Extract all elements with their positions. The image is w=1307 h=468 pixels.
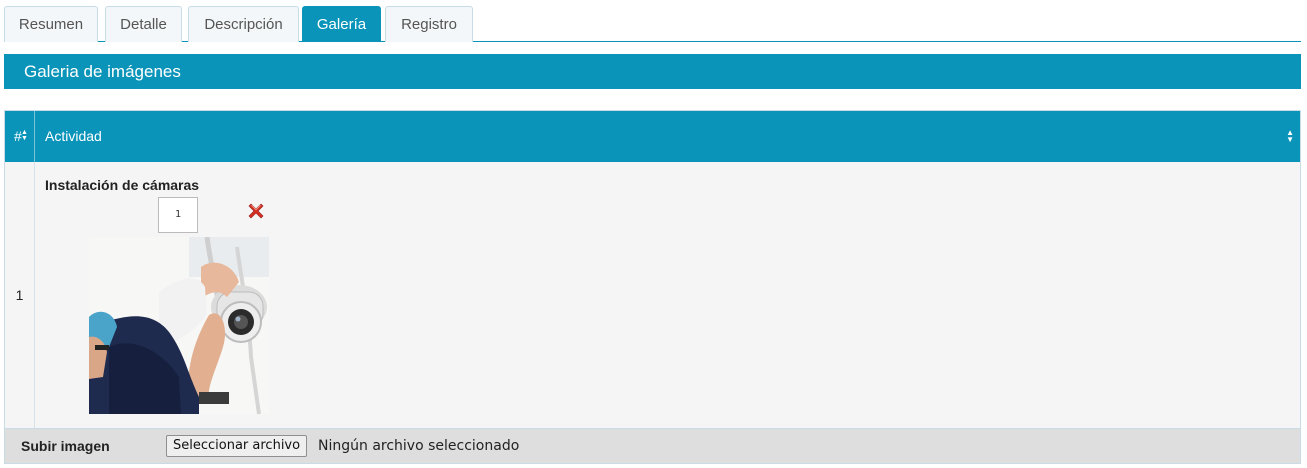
panel-title: Galeria de imágenes — [4, 54, 1301, 89]
column-header-activity[interactable]: Actividad ▲ ▼ — [35, 111, 1300, 162]
image-order-field[interactable]: 1 — [158, 197, 198, 233]
gallery-thumbnail-image[interactable] — [89, 237, 269, 414]
table-header: # ▲ ▼ Actividad ▲ ▼ — [5, 111, 1300, 162]
delete-icon[interactable] — [248, 203, 264, 219]
tab-bar: Resumen Detalle Descripción Galería Regi… — [4, 6, 1301, 42]
activity-name: Instalación de cámaras — [45, 177, 200, 193]
tab-descripcion[interactable]: Descripción — [188, 6, 299, 42]
column-activity-label: Actividad — [45, 128, 102, 144]
sort-icon: ▲ ▼ — [21, 129, 28, 142]
tab-detalle[interactable]: Detalle — [105, 6, 182, 42]
sort-icon: ▲ ▼ — [1286, 128, 1294, 144]
tab-galeria[interactable]: Galería — [302, 6, 381, 42]
table-row: Instalación de cámaras 1 — [35, 162, 1300, 428]
column-header-number[interactable]: # ▲ ▼ — [5, 111, 35, 162]
activity-table: # ▲ ▼ Actividad ▲ ▼ 1 Instalación de cámar… — [4, 110, 1301, 464]
row-number: 1 — [5, 162, 35, 428]
choose-file-button[interactable]: Seleccionar archivo — [166, 435, 308, 457]
upload-label: Subir imagen — [21, 438, 110, 454]
tab-resumen[interactable]: Resumen — [4, 6, 98, 42]
tab-registro[interactable]: Registro — [385, 6, 473, 42]
file-status-text: Ningún archivo seleccionado — [318, 438, 520, 454]
upload-bar: Subir imagen Seleccionar archivo Ningún … — [5, 428, 1300, 463]
